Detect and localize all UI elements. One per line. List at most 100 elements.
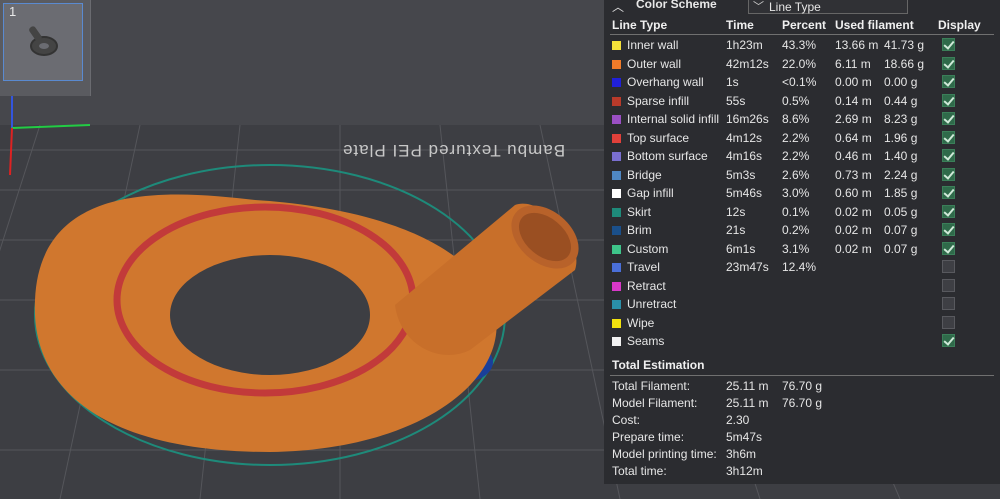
display-checkbox[interactable] bbox=[942, 130, 955, 144]
line-type-weight: 1.85 g bbox=[884, 186, 918, 200]
display-checkbox[interactable] bbox=[942, 260, 955, 273]
total-label: Model printing time: bbox=[612, 447, 717, 461]
total-row: Model Filament: 25.11 m 76.70 g bbox=[604, 394, 1000, 411]
line-type-weight: 1.40 g bbox=[884, 149, 918, 163]
header-line-type: Line Type bbox=[612, 18, 668, 32]
table-row: Skirt 12s 0.1% 0.02 m 0.05 g bbox=[604, 203, 1000, 222]
total-value-1: 3h12m bbox=[726, 464, 763, 478]
legend-panel: ︿ Color Scheme ﹀ Line Type Line Type Tim… bbox=[604, 0, 1000, 484]
table-row: Internal solid infill 16m26s 8.6% 2.69 m 8.2… bbox=[604, 110, 1000, 129]
chevron-down-icon: ﹀ bbox=[753, 1, 764, 13]
color-swatch bbox=[612, 59, 621, 69]
total-row: Total Filament: 25.11 m 76.70 g bbox=[604, 377, 1000, 394]
line-type-length: 6.11 m bbox=[835, 56, 871, 71]
line-type-time: 42m12s bbox=[726, 56, 769, 71]
table-row: Brim 21s 0.2% 0.02 m 0.07 g bbox=[604, 221, 1000, 240]
display-checkbox[interactable] bbox=[942, 241, 955, 255]
line-type-length: 0.02 m bbox=[835, 204, 872, 219]
color-scheme-select[interactable]: ﹀ Line Type bbox=[748, 0, 908, 14]
line-type-weight: 1.96 g bbox=[884, 130, 918, 145]
total-label: Model Filament: bbox=[612, 396, 698, 410]
line-type-percent: <0.1% bbox=[782, 75, 817, 89]
display-checkbox[interactable] bbox=[942, 223, 955, 236]
line-type-length: 13.66 m bbox=[835, 38, 879, 52]
line-type-name: Outer wall bbox=[627, 56, 682, 71]
line-type-length: 0.00 m bbox=[835, 75, 872, 89]
color-swatch bbox=[612, 115, 621, 124]
display-checkbox[interactable] bbox=[942, 334, 955, 347]
color-swatch bbox=[612, 207, 621, 217]
total-label: Cost: bbox=[612, 413, 641, 427]
line-type-weight: 0.05 g bbox=[884, 204, 918, 219]
display-checkbox[interactable] bbox=[942, 278, 955, 292]
line-type-percent: 2.2% bbox=[782, 130, 810, 145]
line-type-name: Brim bbox=[627, 223, 652, 237]
table-row: Retract bbox=[604, 277, 1000, 296]
line-type-percent: 2.6% bbox=[782, 167, 810, 182]
total-value-1: 5m47s bbox=[726, 430, 763, 444]
total-label: Total time: bbox=[612, 464, 667, 478]
header-display: Display bbox=[938, 18, 981, 32]
color-swatch bbox=[612, 189, 621, 198]
line-type-percent: 2.2% bbox=[782, 149, 810, 163]
color-swatch bbox=[612, 133, 621, 143]
color-swatch bbox=[612, 226, 621, 235]
table-row: Bridge 5m3s 2.6% 0.73 m 2.24 g bbox=[604, 166, 1000, 185]
line-type-time: 23m47s bbox=[726, 260, 769, 274]
line-type-percent: 43.3% bbox=[782, 38, 817, 52]
color-swatch bbox=[612, 244, 621, 254]
color-swatch bbox=[612, 281, 621, 291]
line-type-time: 5m3s bbox=[726, 167, 756, 182]
table-row: Sparse infill 55s 0.5% 0.14 m 0.44 g bbox=[604, 92, 1000, 111]
display-checkbox[interactable] bbox=[942, 112, 955, 125]
display-checkbox[interactable] bbox=[942, 149, 955, 162]
line-type-weight: 18.66 g bbox=[884, 56, 925, 71]
line-type-name: Inner wall bbox=[627, 38, 679, 52]
line-type-percent: 0.2% bbox=[782, 223, 810, 237]
color-swatch bbox=[612, 337, 621, 346]
total-value-2: 76.70 g bbox=[782, 396, 823, 410]
table-row: Top surface 4m12s 2.2% 0.64 m 1.96 g bbox=[604, 129, 1000, 148]
display-checkbox[interactable] bbox=[942, 315, 955, 329]
table-row: Unretract bbox=[604, 295, 1000, 314]
line-type-weight: 0.44 g bbox=[884, 93, 918, 108]
line-type-name: Sparse infill bbox=[627, 93, 690, 108]
total-divider bbox=[610, 375, 994, 376]
table-row: Inner wall 1h23m 43.3% 13.66 m 41.73 g bbox=[604, 36, 1000, 55]
color-swatch bbox=[612, 41, 621, 50]
plate-thumbnail[interactable]: 1 bbox=[0, 0, 91, 96]
total-value-1: 25.11 m bbox=[726, 379, 769, 393]
header-used-filament: Used filament bbox=[835, 18, 914, 32]
display-checkbox[interactable] bbox=[942, 204, 955, 218]
header-percent: Percent bbox=[782, 18, 827, 32]
plate-number: 1 bbox=[9, 4, 17, 19]
table-row: Outer wall 42m12s 22.0% 6.11 m 18.66 g bbox=[604, 55, 1000, 74]
line-type-time: 5m46s bbox=[726, 186, 763, 200]
display-checkbox[interactable] bbox=[942, 186, 955, 199]
display-checkbox[interactable] bbox=[942, 75, 955, 88]
line-type-length: 0.14 m bbox=[835, 93, 872, 108]
collapse-chevron-icon[interactable]: ︿ bbox=[612, 0, 624, 15]
table-row: Travel 23m47s 12.4% bbox=[604, 258, 1000, 277]
display-checkbox[interactable] bbox=[942, 297, 955, 310]
line-type-name: Bridge bbox=[627, 167, 662, 182]
total-estimation-title: Total Estimation bbox=[612, 358, 705, 372]
line-type-name: Top surface bbox=[627, 130, 690, 145]
total-value-1: 25.11 m bbox=[726, 396, 769, 410]
line-type-weight: 41.73 g bbox=[884, 38, 925, 52]
color-swatch bbox=[612, 78, 621, 87]
line-type-name: Wipe bbox=[627, 315, 655, 330]
display-checkbox[interactable] bbox=[942, 167, 955, 181]
line-type-time: 4m16s bbox=[726, 149, 763, 163]
color-scheme-bar: ︿ Color Scheme ﹀ Line Type bbox=[604, 0, 1000, 14]
line-type-length: 0.46 m bbox=[835, 149, 872, 163]
total-value-1: 3h6m bbox=[726, 447, 757, 461]
color-swatch bbox=[612, 152, 621, 161]
display-checkbox[interactable] bbox=[942, 38, 955, 51]
total-row: Total time: 3h12m bbox=[604, 462, 1000, 479]
table-row: Gap infill 5m46s 3.0% 0.60 m 1.85 g bbox=[604, 184, 1000, 203]
line-type-percent: 12.4% bbox=[782, 260, 817, 274]
line-type-time: 1s bbox=[726, 75, 739, 89]
display-checkbox[interactable] bbox=[942, 56, 955, 70]
display-checkbox[interactable] bbox=[942, 93, 955, 107]
